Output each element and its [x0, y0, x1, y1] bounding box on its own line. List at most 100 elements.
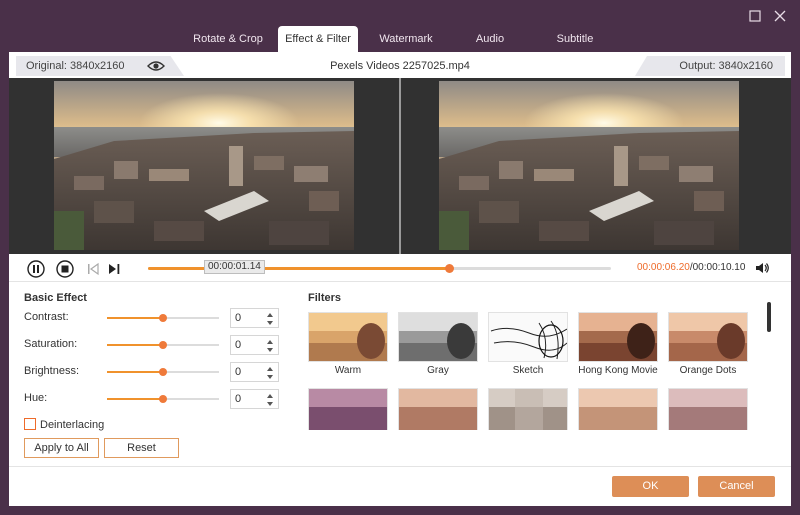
- video-frame-output: [439, 81, 739, 250]
- tab-bar: Rotate & Crop Effect & Filter Watermark …: [0, 26, 800, 52]
- slider-fill: [107, 398, 163, 400]
- filter-warm[interactable]: Warm: [308, 312, 388, 382]
- tab-rotate-crop[interactable]: Rotate & Crop: [188, 26, 268, 52]
- cancel-button[interactable]: Cancel: [698, 476, 775, 497]
- filter-grid: Warm Gray Sketch Hong Kong Movie Orange …: [308, 290, 778, 430]
- maximize-icon[interactable]: [747, 8, 763, 24]
- pause-icon[interactable]: [27, 260, 45, 278]
- filter-thumbnail: [578, 312, 658, 362]
- filter-label: Warm: [334, 365, 362, 376]
- slider-fill: [107, 344, 163, 346]
- filter-thumbnail: [488, 388, 568, 430]
- brightness-slider[interactable]: [107, 368, 219, 376]
- filter-thumbnail-9[interactable]: [578, 388, 658, 430]
- stepper-up-icon[interactable]: [265, 365, 275, 373]
- stepper-up-icon[interactable]: [265, 311, 275, 319]
- filter-hong-kong-movie[interactable]: Hong Kong Movie: [578, 312, 658, 382]
- saturation-slider[interactable]: [107, 341, 219, 349]
- footer-divider: [9, 466, 791, 467]
- filter-label: Sketch: [512, 365, 544, 376]
- hue-stepper[interactable]: [230, 389, 279, 409]
- slider-fill: [107, 371, 163, 373]
- filter-thumbnail: [398, 388, 478, 430]
- basic-effect-title: Basic Effect: [24, 292, 87, 304]
- slider-knob[interactable]: [159, 395, 167, 403]
- original-preview: [9, 78, 399, 254]
- filter-thumbnail: [398, 312, 478, 362]
- filter-label: Hong Kong Movie: [578, 365, 658, 376]
- brightness-label: Brightness:: [24, 365, 80, 377]
- time-display: 00:00:06.20/00:00:10.10: [637, 262, 745, 273]
- filter-thumbnail-10[interactable]: [668, 388, 748, 430]
- stepper-down-icon[interactable]: [265, 319, 275, 327]
- output-preview: [401, 78, 791, 254]
- contrast-value[interactable]: [235, 312, 261, 324]
- filter-thumbnail-7[interactable]: [398, 388, 478, 430]
- saturation-stepper[interactable]: [230, 335, 279, 355]
- filters-scrollbar[interactable]: [767, 302, 771, 332]
- contrast-label: Contrast:: [24, 311, 69, 323]
- contrast-slider[interactable]: [107, 314, 219, 322]
- info-bar: Original: 3840x2160 Pexels Videos 225702…: [9, 54, 791, 76]
- title-bar: Rotate & Crop Effect & Filter Watermark …: [0, 0, 800, 52]
- tab-effect-filter[interactable]: Effect & Filter: [278, 26, 358, 52]
- ok-button[interactable]: OK: [612, 476, 689, 497]
- saturation-row: Saturation:: [24, 335, 284, 355]
- filter-thumbnail: [308, 312, 388, 362]
- filter-label: Gray: [427, 365, 449, 376]
- stepper-up-icon[interactable]: [265, 392, 275, 400]
- filter-thumbnail: [308, 388, 388, 430]
- close-icon[interactable]: [772, 8, 788, 24]
- hue-slider[interactable]: [107, 395, 219, 403]
- next-frame-icon[interactable]: [105, 260, 123, 278]
- brightness-stepper[interactable]: [230, 362, 279, 382]
- brightness-value[interactable]: [235, 366, 261, 378]
- contrast-row: Contrast:: [24, 308, 284, 328]
- deinterlacing-label: Deinterlacing: [40, 419, 105, 431]
- volume-icon[interactable]: [755, 261, 769, 275]
- current-time: 00:00:06.20: [637, 262, 690, 273]
- reset-button[interactable]: Reset: [104, 438, 179, 458]
- tab-watermark[interactable]: Watermark: [368, 26, 444, 52]
- stop-icon[interactable]: [56, 260, 74, 278]
- output-resolution: Output: 3840x2160: [635, 56, 785, 76]
- stepper-up-icon[interactable]: [265, 338, 275, 346]
- slider-knob[interactable]: [159, 368, 167, 376]
- hue-value[interactable]: [235, 393, 261, 405]
- filter-label: Orange Dots: [679, 365, 737, 376]
- slider-knob[interactable]: [159, 314, 167, 322]
- filter-thumbnail-8[interactable]: [488, 388, 568, 430]
- playback-bar: 00:00:01.14 00:00:06.20/00:00:10.10: [9, 254, 791, 282]
- filter-gray[interactable]: Gray: [398, 312, 478, 382]
- stepper-down-icon[interactable]: [265, 373, 275, 381]
- stepper-down-icon[interactable]: [265, 346, 275, 354]
- time-tooltip: 00:00:01.14: [204, 260, 265, 274]
- timeline-knob[interactable]: [444, 264, 454, 273]
- brightness-row: Brightness:: [24, 362, 284, 382]
- tab-subtitle[interactable]: Subtitle: [545, 26, 605, 52]
- filter-sketch[interactable]: Sketch: [488, 312, 568, 382]
- filter-thumbnail: [668, 312, 748, 362]
- hue-row: Hue:: [24, 389, 284, 409]
- timeline-progress: [148, 267, 449, 270]
- editor-panel: Original: 3840x2160 Pexels Videos 225702…: [9, 52, 791, 506]
- filter-thumbnail: [488, 312, 568, 362]
- preview-area: [9, 78, 791, 254]
- saturation-value[interactable]: [235, 339, 261, 351]
- saturation-label: Saturation:: [24, 338, 78, 350]
- deinterlacing-checkbox[interactable]: [24, 418, 36, 430]
- filter-thumbnail: [668, 388, 748, 430]
- filter-orange-dots[interactable]: Orange Dots: [668, 312, 748, 382]
- slider-fill: [107, 317, 163, 319]
- previous-frame-icon[interactable]: [84, 260, 102, 278]
- total-time: /00:00:10.10: [689, 262, 746, 273]
- slider-knob[interactable]: [159, 341, 167, 349]
- hue-label: Hue:: [24, 392, 48, 404]
- stepper-down-icon[interactable]: [265, 400, 275, 408]
- apply-to-all-button[interactable]: Apply to All: [24, 438, 99, 458]
- filter-thumbnail-6[interactable]: [308, 388, 388, 430]
- filter-thumbnail: [578, 388, 658, 430]
- tab-audio[interactable]: Audio: [460, 26, 520, 52]
- contrast-stepper[interactable]: [230, 308, 279, 328]
- video-frame-original: [54, 81, 354, 250]
